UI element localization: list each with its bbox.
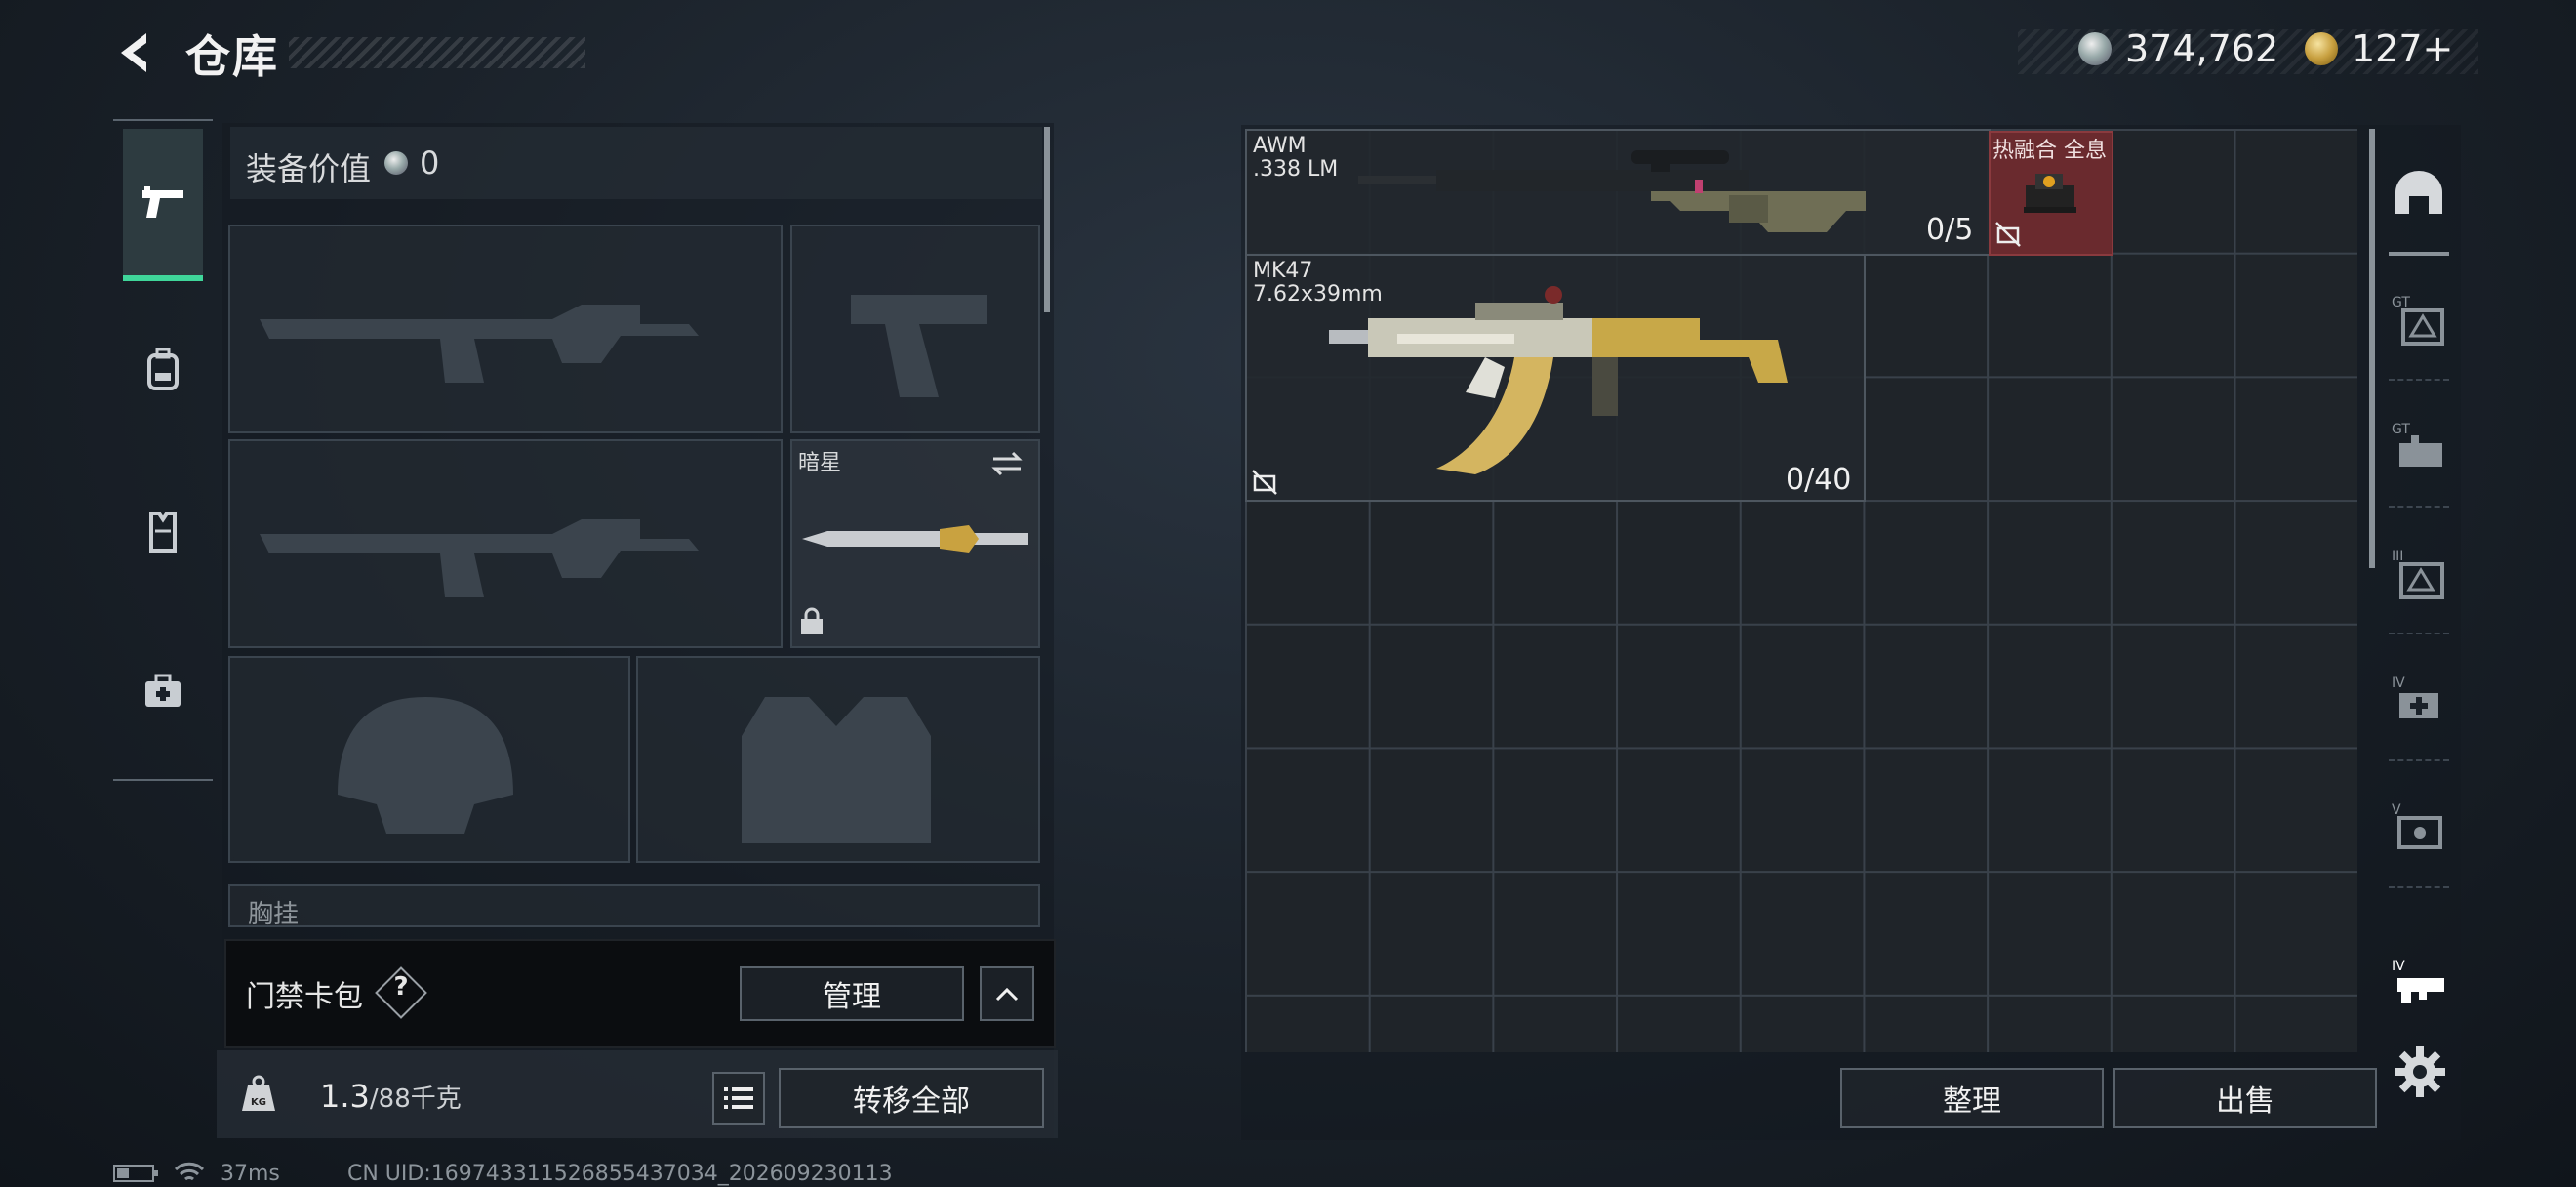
- title-decoration: [289, 37, 585, 68]
- gold-amount: 127+: [2352, 27, 2454, 70]
- weight-readout: 1.3/88千克: [320, 1078, 462, 1115]
- tabs-frame-top: [113, 119, 213, 121]
- list-icon: [724, 1087, 753, 1109]
- vest-icon: [149, 512, 177, 553]
- equipment-value-label: 装备价值: [246, 150, 372, 187]
- no-insurance-icon: [1995, 222, 2021, 247]
- tab-medical[interactable]: [123, 627, 203, 756]
- primary-weapon-slot-1[interactable]: [228, 225, 783, 433]
- page-title: 仓库: [185, 30, 279, 83]
- tabs-frame-bottom: [113, 779, 213, 781]
- sidearm-slot[interactable]: [790, 225, 1040, 433]
- no-insurance-icon: [1252, 470, 1277, 495]
- rifle-silhouette-icon: [260, 305, 699, 383]
- category-all[interactable]: [2389, 137, 2449, 256]
- medkit-icon: [145, 674, 181, 707]
- storage-scrollbar[interactable]: [2369, 129, 2375, 568]
- iv-gun-icon: IV: [2392, 959, 2444, 1003]
- v-icon: V: [2392, 802, 2442, 849]
- chevron-up-icon: [995, 987, 1019, 1002]
- storage-item-mk47[interactable]: MK47 7.62x39mm 0/40: [1245, 254, 1866, 502]
- silver-coin-icon: [384, 151, 408, 175]
- list-view-button[interactable]: [712, 1072, 765, 1125]
- primary-weapon-slot-2[interactable]: [228, 439, 783, 648]
- expand-button[interactable]: [980, 966, 1034, 1021]
- uid-readout: CN UID:1697433115268554370​34_2026092301…: [347, 1162, 893, 1186]
- holo-sight-image: [2024, 174, 2076, 213]
- helmet-icon: [2395, 171, 2442, 214]
- gold-coin-icon: [2305, 32, 2338, 65]
- weight-icon: KG: [242, 1075, 275, 1111]
- battery-icon: [113, 1165, 158, 1182]
- helmet-silhouette-icon: [338, 697, 513, 834]
- tab-weapons[interactable]: [123, 129, 203, 281]
- item-ammo: 0/40: [1786, 463, 1852, 497]
- silver-coin-icon: [2078, 32, 2112, 65]
- gt-ii-icon: GT: [2392, 422, 2442, 467]
- back-arrow-icon: [121, 33, 146, 72]
- item-ammo: 0/5: [1926, 213, 1974, 247]
- svg-text:IV: IV: [2392, 959, 2405, 974]
- chest-rig-section[interactable]: 胸挂: [228, 884, 1040, 929]
- svg-text:III: III: [2392, 549, 2403, 564]
- category-3[interactable]: III: [2389, 515, 2449, 634]
- svg-text:V: V: [2392, 802, 2401, 818]
- manage-button[interactable]: 管理: [740, 966, 964, 1021]
- helmet-slot[interactable]: [228, 656, 630, 863]
- svg-text:GT: GT: [2392, 422, 2410, 437]
- awm-rifle-image: [1358, 150, 1866, 232]
- help-mark: ?: [393, 972, 409, 1002]
- backpack-icon: [147, 348, 179, 390]
- gold-currency[interactable]: 127+: [2305, 27, 2453, 70]
- svg-text:KG: KG: [251, 1097, 266, 1108]
- iv-medical-icon: IV: [2392, 675, 2438, 718]
- melee-name: 暗星: [798, 451, 842, 475]
- mk47-rifle-image: [1329, 286, 1788, 474]
- category-5[interactable]: V: [2389, 769, 2449, 888]
- melee-slot[interactable]: 暗星: [790, 439, 1040, 648]
- equipment-scrollbar[interactable]: [1044, 127, 1050, 312]
- svg-text:GT: GT: [2392, 295, 2410, 310]
- transfer-all-button[interactable]: 转移全部: [779, 1068, 1044, 1128]
- category-gt1[interactable]: GT: [2389, 262, 2449, 381]
- category-4-medical[interactable]: IV: [2389, 642, 2449, 761]
- gear-icon: [2395, 1046, 2445, 1097]
- storage-item-awm[interactable]: AWM .338 LM 0/5: [1245, 129, 1991, 256]
- iii-icon: III: [2392, 549, 2444, 599]
- category-gt2[interactable]: GT: [2389, 389, 2449, 508]
- lock-icon: [801, 607, 823, 634]
- item-name: AWM: [1253, 134, 1307, 158]
- armor-silhouette-icon: [742, 697, 931, 843]
- sort-button[interactable]: 整理: [1840, 1068, 2104, 1128]
- ping-readout: 37ms: [221, 1162, 280, 1186]
- holo-sight-name: 热融合 全息: [1992, 139, 2107, 163]
- pistol-silhouette-icon: [851, 295, 987, 397]
- tab-backpack[interactable]: [123, 305, 203, 433]
- svg-text:IV: IV: [2392, 675, 2405, 691]
- equipment-value: 0: [384, 144, 439, 182]
- settings-button[interactable]: [2393, 1044, 2447, 1099]
- back-button[interactable]: [109, 25, 160, 80]
- armor-slot[interactable]: [636, 656, 1040, 863]
- item-name: MK47: [1253, 259, 1313, 283]
- silver-currency: 374,762: [2078, 27, 2278, 70]
- swap-icon[interactable]: [989, 449, 1025, 478]
- item-caliber: .338 LM: [1253, 157, 1339, 182]
- rifle-silhouette-icon: [260, 519, 699, 597]
- gt-i-icon: GT: [2392, 295, 2444, 346]
- knife-image: [802, 525, 1028, 553]
- sell-button[interactable]: 出售: [2113, 1068, 2377, 1128]
- silver-amount: 374,762: [2125, 27, 2279, 70]
- wifi-icon: [174, 1162, 205, 1181]
- pistol-icon: [142, 186, 183, 218]
- tab-vest[interactable]: [123, 467, 203, 595]
- category-4-gun[interactable]: IV: [2389, 925, 2449, 1043]
- keycard-bag-label: 门禁卡包: [246, 980, 363, 1014]
